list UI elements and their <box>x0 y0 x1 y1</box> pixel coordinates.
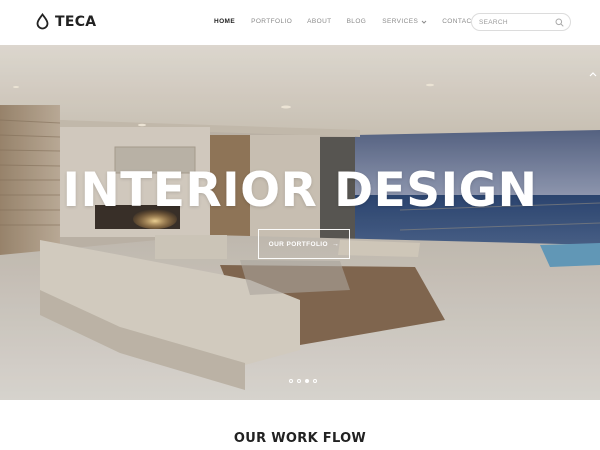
arrow-up-icon[interactable] <box>588 70 598 80</box>
logo-text: TECA <box>55 13 97 30</box>
nav-portfolio[interactable]: PORTFOLIO <box>251 18 292 25</box>
nav-services-label: SERVICES <box>382 18 419 25</box>
nav-about[interactable]: ABOUT <box>307 18 331 25</box>
slider-dot-1[interactable] <box>289 379 293 383</box>
search-input[interactable] <box>479 17 551 28</box>
our-portfolio-button-label: OUR PORTFOLIO <box>268 240 328 248</box>
search-icon[interactable] <box>555 18 564 27</box>
nav-blog[interactable]: BLOG <box>347 18 367 25</box>
hero-background-image <box>0 45 600 400</box>
drop-icon <box>36 13 49 30</box>
slider-dot-4[interactable] <box>313 379 317 383</box>
our-portfolio-button[interactable]: OUR PORTFOLIO → <box>258 229 350 259</box>
hero-title: INTERIOR DESIGN <box>62 163 538 218</box>
arrow-right-icon: → <box>331 240 340 248</box>
nav-services[interactable]: SERVICES <box>382 18 427 25</box>
search-box <box>471 13 571 31</box>
main-nav: HOME PORTFOLIO ABOUT BLOG SERVICES CONTA… <box>214 18 476 25</box>
slider-pagination <box>289 379 317 383</box>
site-header: TECA HOME PORTFOLIO ABOUT BLOG SERVICES … <box>0 0 600 46</box>
section-title: OUR WORK FLOW <box>233 431 367 446</box>
slider-dot-2[interactable] <box>297 379 301 383</box>
nav-home[interactable]: HOME <box>214 18 235 25</box>
hero-slider: INTERIOR DESIGN OUR PORTFOLIO → <box>0 45 600 400</box>
logo[interactable]: TECA <box>36 13 96 30</box>
slider-dot-3[interactable] <box>305 379 309 383</box>
chevron-down-icon <box>421 20 427 24</box>
